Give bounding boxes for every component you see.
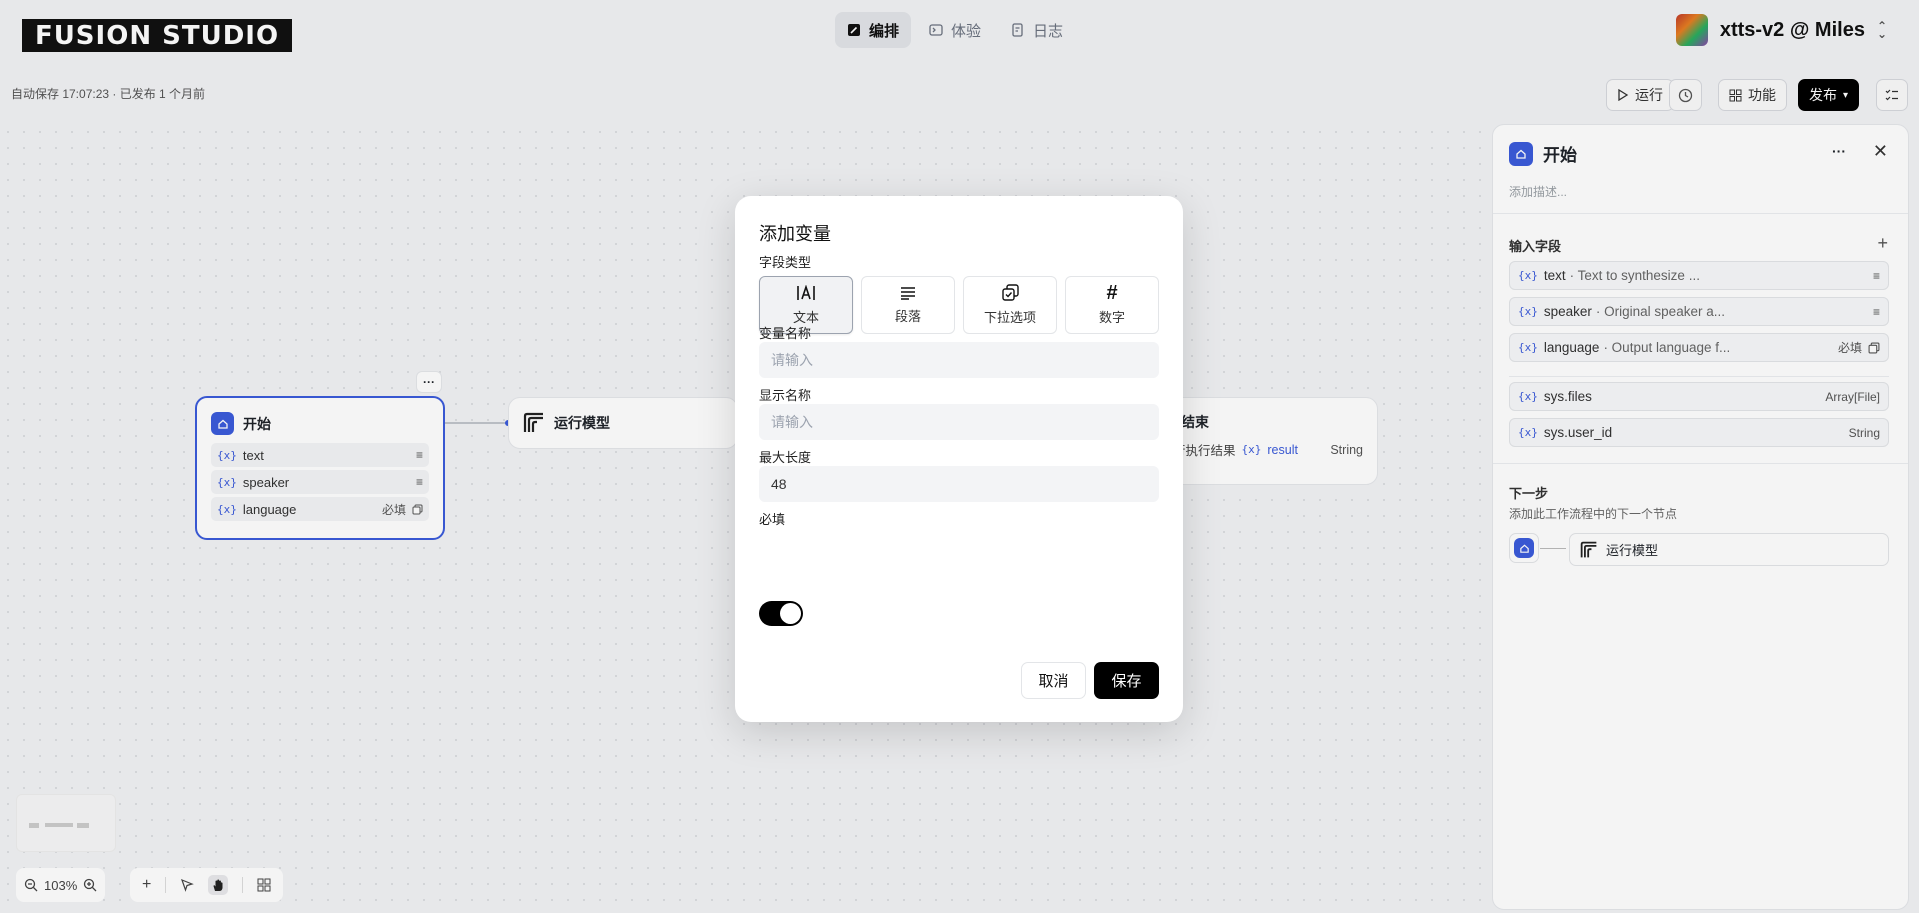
display-name-input[interactable] [759,404,1159,440]
max-length-label: 最大长度 [759,450,812,465]
var-name-label: 变量名称 [759,326,812,341]
type-label: 下拉选项 [983,310,1036,325]
type-select-button[interactable]: 下拉选项 [963,276,1057,334]
type-label: 数字 [1098,309,1125,325]
dialog-title: 添加变量 [759,224,831,244]
select-icon [1001,284,1019,301]
type-paragraph-button[interactable]: 段落 [861,276,955,334]
save-button[interactable]: 保存 [1094,662,1159,699]
type-label: 段落 [894,308,921,324]
var-name-input[interactable] [759,342,1159,378]
required-toggle[interactable] [759,601,803,626]
field-type-label: 字段类型 [759,255,812,270]
field-type-selector: 文本 段落 下拉选项 # 数字 [759,276,1159,334]
display-name-label: 显示名称 [759,388,812,403]
paragraph-icon [900,286,916,300]
max-length-input[interactable] [759,466,1159,502]
add-variable-dialog: 添加变量 字段类型 文本 段落 下拉选项 # 数字 变量名称 显示名称 最大长度… [735,196,1183,722]
type-number-button[interactable]: # 数字 [1065,276,1159,334]
cancel-button[interactable]: 取消 [1021,662,1086,699]
required-label: 必填 [759,512,786,527]
number-icon: # [1106,281,1118,304]
text-input-icon [797,284,815,301]
